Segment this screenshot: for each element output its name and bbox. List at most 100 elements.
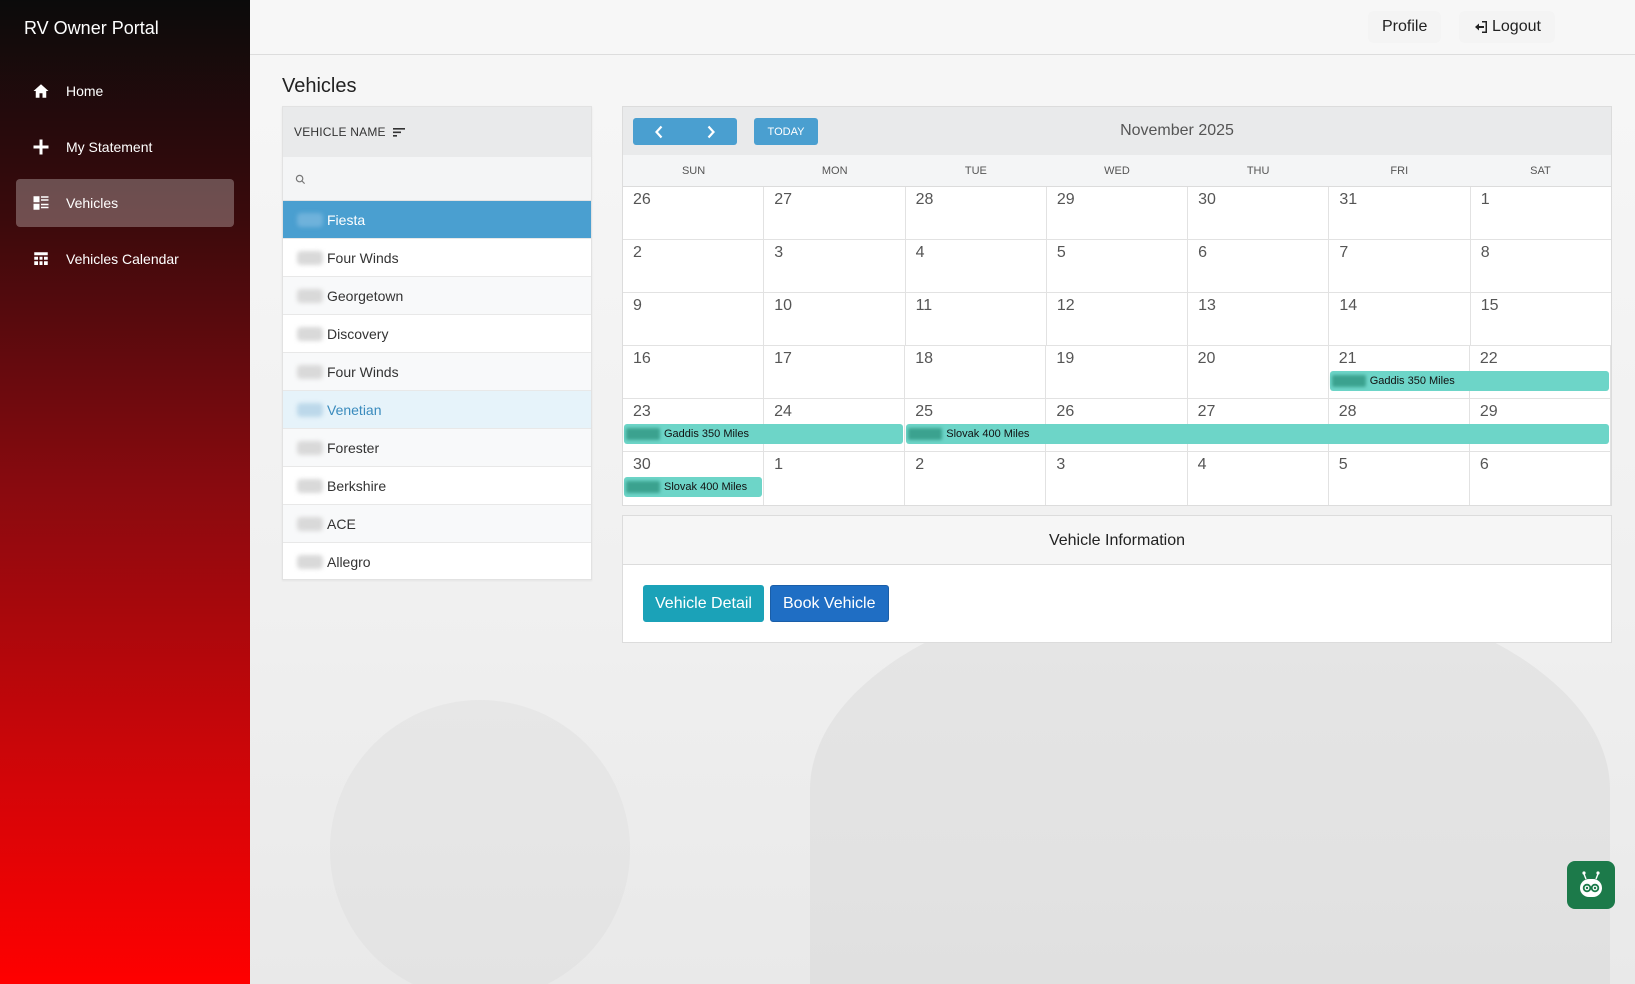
home-icon (32, 82, 50, 100)
redacted-vehicle-id (297, 440, 323, 455)
calendar-day[interactable]: 14 (1329, 293, 1471, 345)
top-bar: Profile Logout (250, 0, 1635, 55)
sidebar: RV Owner Portal Home My Statement Vehicl… (0, 0, 250, 984)
sidebar-nav: Home My Statement Vehicles Vehicles Cale… (0, 67, 250, 283)
vehicle-list-item[interactable]: Four Winds (283, 239, 591, 277)
calendar-day[interactable]: 12 (1047, 293, 1189, 345)
calendar-day[interactable]: 8 (1471, 240, 1611, 292)
vehicle-name: Discovery (327, 325, 389, 342)
vehicle-list: VEHICLE NAME Fiesta Four Winds Georgetown D… (282, 106, 592, 581)
redacted-vehicle-id (297, 516, 323, 531)
vehicle-list-item[interactable]: Venetian (283, 391, 591, 429)
calendar-grid: 26 27 28 29 30 31 1 2 3 4 5 6 7 8 9 10 11 12 13 14 15 16 17 18 1… (623, 187, 1611, 505)
event-label: Gaddis 350 Miles (1369, 375, 1455, 387)
calendar-event[interactable]: Slovak 400 Miles (624, 477, 763, 497)
calendar-day[interactable]: 1 (764, 452, 906, 505)
calendar-day[interactable]: 9 (623, 293, 765, 345)
search-input[interactable] (283, 157, 591, 200)
calendar-day[interactable]: 6 (1470, 452, 1611, 505)
calendar-day[interactable]: 17 (764, 346, 906, 398)
vehicle-rows: Fiesta Four Winds Georgetown Discovery Four … (283, 201, 591, 581)
calendar-day[interactable]: 4 (906, 240, 1047, 292)
vehicle-name: ACE (327, 515, 356, 532)
calendar-day[interactable]: 28 (906, 187, 1047, 239)
app-title: RV Owner Portal (24, 18, 159, 38)
calendar-day[interactable]: 7 (1329, 240, 1471, 292)
vehicle-list-item[interactable]: Discovery (283, 315, 591, 353)
calendar-day[interactable]: 26 (623, 187, 765, 239)
calendar-day[interactable]: 31 (1329, 187, 1471, 239)
calendar-day[interactable]: 11 (906, 293, 1047, 345)
vehicle-name: Fiesta (327, 211, 366, 228)
redacted-vehicle-id (297, 326, 323, 341)
profile-button[interactable]: Profile (1368, 11, 1442, 43)
calendar-event[interactable]: Gaddis 350 Miles (1329, 371, 1609, 391)
calendar-week: 30 1 2 3 4 5 6 Slovak 400 Miles (623, 452, 1611, 505)
calendar-week: 16 17 18 19 20 21 22 Gaddis 350 Miles (623, 346, 1611, 399)
calendar-week: 9 10 11 12 13 14 15 (623, 293, 1611, 346)
sidebar-item-home[interactable]: Home (16, 67, 234, 115)
day-of-week-label: MON (821, 165, 848, 177)
vehicle-detail-button[interactable]: Vehicle Detail (643, 585, 764, 622)
sidebar-item-my-statement[interactable]: My Statement (16, 123, 234, 171)
vehicle-list-item[interactable]: Berkshire (283, 467, 591, 505)
redacted-vehicle-id (297, 250, 323, 265)
calendar-event[interactable]: Gaddis 350 Miles (624, 424, 904, 444)
calendar-day[interactable]: 20 (1188, 346, 1329, 398)
vehicle-calendar: TODAY November 2025 SUN MON TUE WED THU FRI SA… (622, 106, 1612, 506)
event-label: Slovak 400 Miles (946, 428, 1030, 440)
vehicle-list-item[interactable]: Fiesta (283, 201, 591, 239)
calendar-day[interactable]: 29 (1047, 187, 1189, 239)
vehicle-information-title: Vehicle Information (623, 516, 1611, 565)
vehicle-list-item[interactable]: Four Winds (283, 353, 591, 391)
redacted-vehicle-id (297, 212, 323, 227)
day-of-week-label: SAT (1530, 165, 1551, 177)
calendar-day[interactable]: 15 (1471, 293, 1611, 345)
background-wheel-image (330, 700, 630, 984)
event-label: Gaddis 350 Miles (664, 428, 749, 440)
calendar-day[interactable]: 5 (1329, 452, 1470, 505)
sidebar-item-vehicles-calendar[interactable]: Vehicles Calendar (16, 235, 234, 283)
calendar-day[interactable]: 1 (1471, 187, 1611, 239)
day-of-week-label: TUE (964, 165, 987, 177)
calendar-day[interactable]: 16 (623, 346, 765, 398)
chatbot-button[interactable] (1567, 861, 1615, 909)
sidebar-item-label: Vehicles (66, 195, 119, 211)
vehicle-name-header[interactable]: VEHICLE NAME (283, 107, 591, 157)
redacted-vehicle-id (297, 478, 323, 493)
calendar-day[interactable]: 13 (1188, 293, 1330, 345)
redacted-vehicle-id (297, 364, 323, 379)
vehicle-list-item[interactable]: ACE (283, 505, 591, 543)
vehicle-information-panel: Vehicle Information Vehicle Detail Book … (622, 515, 1612, 643)
calendar-day[interactable]: 30 (1188, 187, 1330, 239)
redacted-vehicle-id (1331, 375, 1366, 387)
calendar-day[interactable]: 18 (905, 346, 1047, 398)
calendar-day[interactable]: 2 (623, 240, 765, 292)
vehicle-list-item[interactable]: Georgetown (283, 277, 591, 315)
calendar-event[interactable]: Slovak 400 Miles (906, 424, 1609, 444)
event-label: Slovak 400 Miles (664, 481, 748, 493)
page-title: Vehicles (282, 75, 357, 97)
calendar-day[interactable]: 3 (1046, 452, 1188, 505)
redacted-vehicle-id (626, 428, 660, 440)
vehicle-name: Berkshire (327, 477, 387, 494)
vehicle-list-item[interactable]: Forester (283, 429, 591, 467)
calendar-week: 2345678 (623, 240, 1611, 293)
sidebar-item-vehicles[interactable]: Vehicles (16, 179, 234, 227)
book-vehicle-button[interactable]: Book Vehicle (770, 585, 889, 622)
sort-icon (392, 128, 405, 137)
calendar-day[interactable]: 3 (764, 240, 906, 292)
column-header-label: VEHICLE NAME (294, 125, 386, 139)
calendar-day[interactable]: 27 (764, 187, 906, 239)
calendar-day[interactable]: 10 (764, 293, 906, 345)
calendar-day[interactable]: 5 (1047, 240, 1189, 292)
logout-button[interactable]: Logout (1459, 11, 1555, 43)
vehicle-list-item[interactable]: Allegro (283, 543, 591, 581)
calendar-title: November 2025 (1120, 122, 1234, 139)
calendar-day[interactable]: 2 (905, 452, 1047, 505)
calendar-week: 26 27 28 29 30 31 1 (623, 187, 1611, 240)
day-of-week-label: FRI (1390, 165, 1409, 177)
calendar-day[interactable]: 19 (1046, 346, 1188, 398)
calendar-day[interactable]: 6 (1188, 240, 1330, 292)
calendar-day[interactable]: 4 (1188, 452, 1329, 505)
